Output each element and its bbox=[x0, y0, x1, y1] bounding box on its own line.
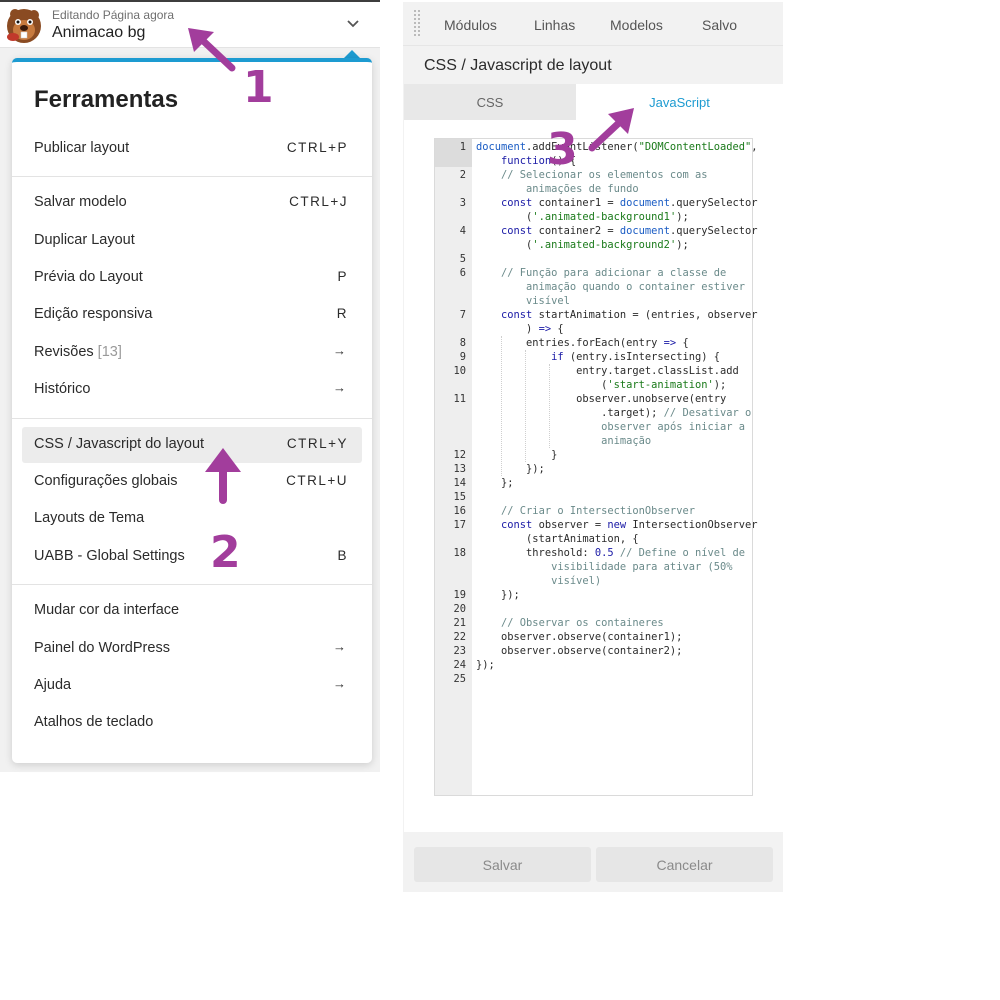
page-name[interactable]: Animacao bg bbox=[52, 24, 145, 42]
annotation-arrow-1-icon bbox=[188, 28, 236, 72]
tab-saved[interactable]: Salvo bbox=[702, 17, 737, 33]
menu-item-save-template[interactable]: Salvar modelo CTRL+J bbox=[22, 185, 362, 221]
cancel-button-label: Cancelar bbox=[656, 857, 713, 873]
chevron-down-icon[interactable] bbox=[343, 14, 363, 34]
revisions-count: [13] bbox=[97, 344, 122, 360]
line-number: 14 bbox=[453, 477, 466, 489]
line-number: 9 bbox=[459, 351, 466, 363]
line-number: 18 bbox=[453, 547, 466, 559]
line-number: 17 bbox=[453, 519, 466, 531]
menu-item-label: Configurações globais bbox=[34, 473, 178, 489]
annotation-arrow-2-icon bbox=[205, 448, 241, 504]
menu-item-theme-layouts[interactable]: Layouts de Tema bbox=[22, 501, 362, 537]
line-number: 13 bbox=[453, 463, 466, 475]
line-number: 5 bbox=[459, 253, 466, 265]
menu-item-uabb-global-settings[interactable]: UABB - Global Settings B bbox=[22, 539, 362, 575]
save-button[interactable]: Salvar bbox=[414, 847, 591, 882]
line-number: 2 bbox=[459, 169, 466, 181]
menu-item-label: Publicar layout bbox=[34, 140, 130, 156]
menu-item-label: Revisões bbox=[34, 344, 94, 360]
tab-rows[interactable]: Linhas bbox=[534, 17, 575, 33]
line-number: 3 bbox=[459, 197, 466, 209]
line-number: 8 bbox=[459, 337, 466, 349]
annotation-arrow-3-icon bbox=[588, 108, 634, 152]
menu-item-shortcut: CTRL+J bbox=[289, 194, 348, 209]
tab-templates[interactable]: Modelos bbox=[610, 17, 663, 33]
menu-item-publish-layout[interactable]: Publicar layout CTRL+P bbox=[22, 131, 362, 167]
menu-item-shortcut: CTRL+U bbox=[286, 473, 348, 488]
tab-modules[interactable]: Módulos bbox=[444, 17, 497, 33]
line-number: 1 bbox=[459, 141, 466, 153]
menu-item-label: CSS / Javascript do layout bbox=[34, 436, 205, 452]
save-button-label: Salvar bbox=[482, 857, 523, 873]
menu-item-history[interactable]: Histórico → bbox=[22, 372, 362, 408]
line-number: 19 bbox=[453, 589, 466, 601]
line-number: 21 bbox=[453, 617, 466, 629]
code-tab-label: CSS bbox=[476, 95, 504, 110]
menu-item-shortcut: P bbox=[337, 269, 348, 284]
menu-item-revisions[interactable]: Revisões [13] → bbox=[22, 335, 362, 371]
menu-divider bbox=[12, 176, 372, 177]
menu-item-preview-layout[interactable]: Prévia do Layout P bbox=[22, 260, 362, 296]
menu-item-duplicate-layout[interactable]: Duplicar Layout bbox=[22, 223, 362, 259]
menu-item-help[interactable]: Ajuda → bbox=[22, 668, 362, 704]
menu-item-label: Mudar cor da interface bbox=[34, 602, 180, 618]
arrow-right-icon: → bbox=[333, 380, 346, 395]
menu-divider bbox=[12, 418, 372, 419]
arrow-right-icon: → bbox=[333, 676, 346, 691]
line-number: 4 bbox=[459, 225, 466, 237]
menu-item-label: Histórico bbox=[34, 381, 91, 397]
menu-title: Ferramentas bbox=[34, 86, 179, 113]
menu-item-keyboard-shortcuts[interactable]: Atalhos de teclado bbox=[22, 705, 362, 741]
menu-item-label: Painel do WordPress bbox=[34, 640, 170, 656]
menu-item-label: Duplicar Layout bbox=[34, 232, 135, 248]
cancel-button[interactable]: Cancelar bbox=[596, 847, 773, 882]
menu-item-wordpress-admin[interactable]: Painel do WordPress → bbox=[22, 631, 362, 667]
annotation-number-3: 3 bbox=[547, 124, 578, 175]
line-number: 15 bbox=[453, 491, 466, 503]
menu-item-shortcut: R bbox=[336, 306, 348, 321]
line-number: 16 bbox=[453, 505, 466, 517]
menu-item-global-settings[interactable]: Configurações globais CTRL+U bbox=[22, 464, 362, 500]
line-number: 7 bbox=[459, 309, 466, 321]
menu-item-label: UABB - Global Settings bbox=[34, 548, 185, 564]
beaver-logo-icon bbox=[4, 6, 44, 46]
line-number: 10 bbox=[453, 365, 466, 377]
menu-item-label: Salvar modelo bbox=[34, 194, 127, 210]
code-tab-css[interactable]: CSS bbox=[404, 84, 576, 120]
menu-divider bbox=[12, 584, 372, 585]
menu-item-label: Prévia do Layout bbox=[34, 269, 143, 285]
line-number: 11 bbox=[453, 393, 466, 405]
indent-guide bbox=[501, 336, 502, 476]
line-number: 23 bbox=[453, 645, 466, 657]
menu-item-shortcut: CTRL+P bbox=[286, 140, 348, 155]
line-number: 25 bbox=[453, 673, 466, 685]
menu-item-shortcut: CTRL+Y bbox=[286, 436, 348, 451]
menu-item-responsive-editing[interactable]: Edição responsiva R bbox=[22, 297, 362, 333]
menu-item-label: Layouts de Tema bbox=[34, 510, 145, 526]
line-number: 12 bbox=[453, 449, 466, 461]
line-number: 22 bbox=[453, 631, 466, 643]
line-number: 20 bbox=[453, 603, 466, 615]
menu-item-label: Edição responsiva bbox=[34, 306, 153, 322]
menu-item-label: Atalhos de teclado bbox=[34, 714, 154, 730]
menu-item-label: Ajuda bbox=[34, 677, 72, 693]
drag-handle-icon[interactable] bbox=[414, 10, 420, 38]
arrow-right-icon: → bbox=[333, 343, 346, 358]
editing-status-label: Editando Página agora bbox=[52, 8, 175, 22]
menu-item-change-ui-color[interactable]: Mudar cor da interface bbox=[22, 593, 362, 629]
panel-title: CSS / Javascript de layout bbox=[424, 57, 612, 74]
indent-guide bbox=[525, 350, 526, 462]
indent-guide bbox=[549, 364, 550, 448]
annotation-number-1: 1 bbox=[243, 62, 274, 113]
line-number: 6 bbox=[459, 267, 466, 279]
line-number: 24 bbox=[453, 659, 466, 671]
menu-item-layout-css-js[interactable]: CSS / Javascript do layout CTRL+Y bbox=[22, 427, 362, 463]
menu-item-shortcut: B bbox=[337, 548, 348, 563]
annotation-number-2: 2 bbox=[210, 527, 241, 578]
arrow-right-icon: → bbox=[333, 639, 346, 654]
